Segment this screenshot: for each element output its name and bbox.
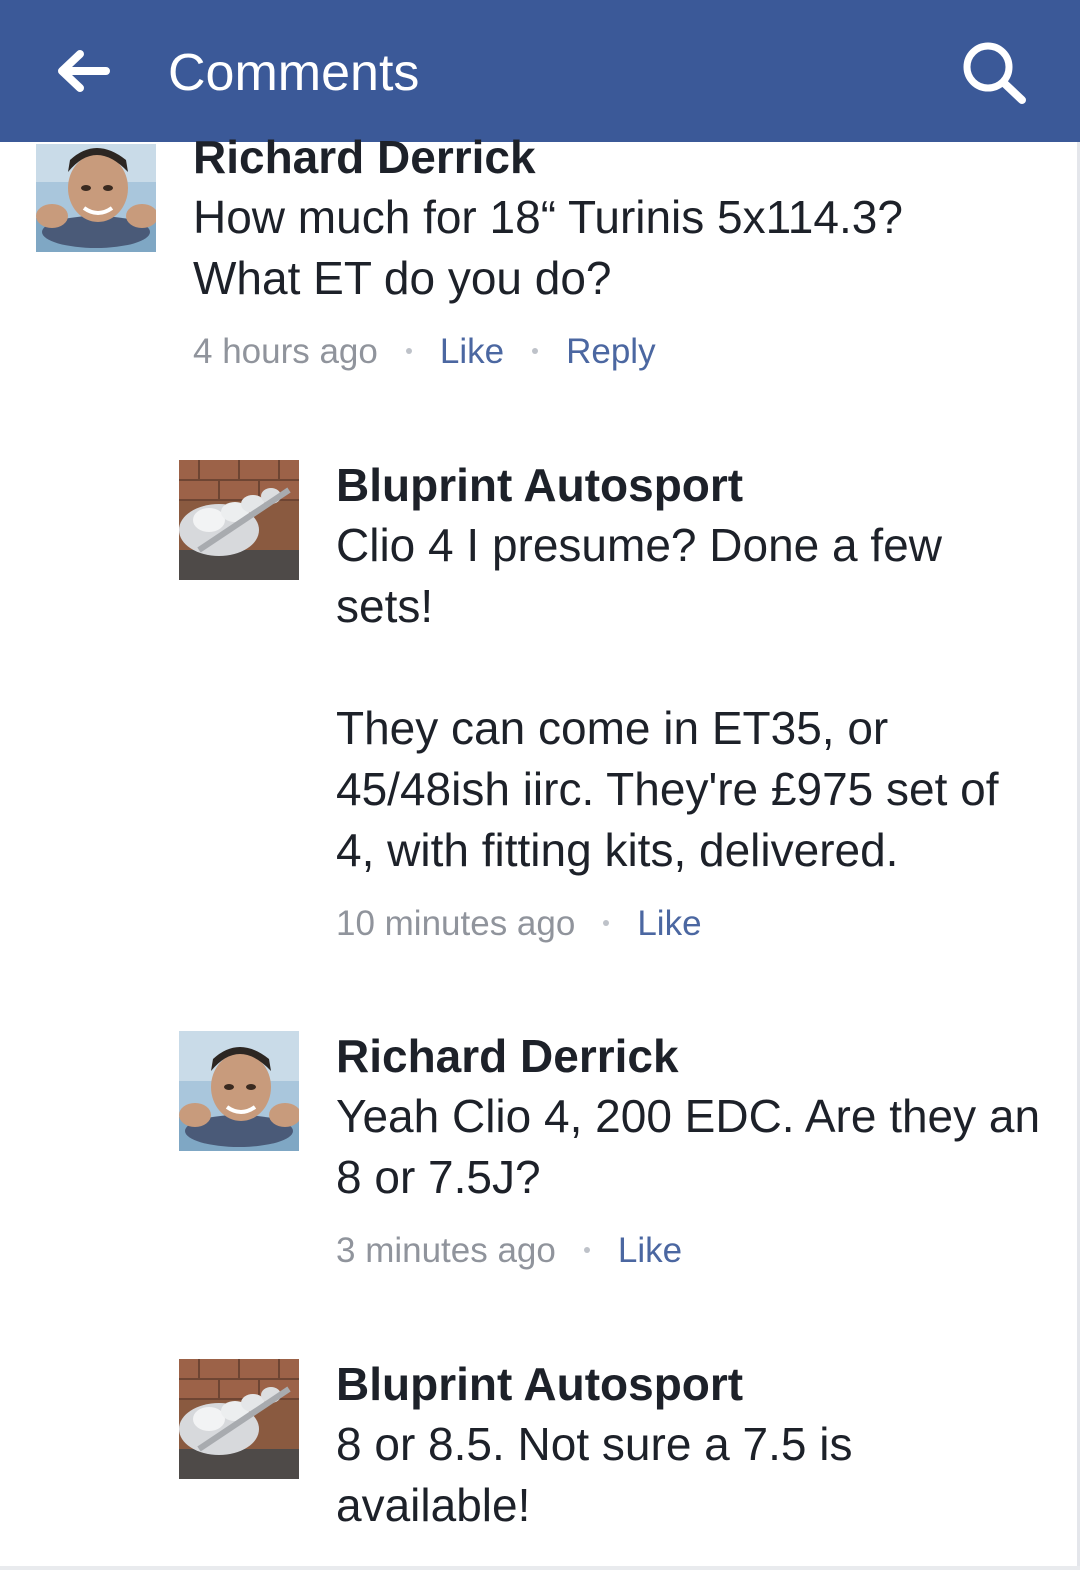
comment-timestamp: 10 minutes ago bbox=[336, 904, 576, 943]
back-button[interactable] bbox=[52, 46, 112, 96]
comment-author[interactable]: Richard Derrick bbox=[193, 127, 1063, 187]
like-link[interactable]: Like bbox=[618, 1231, 682, 1270]
comment-text: Clio 4 I presume? Done a few sets! They … bbox=[336, 519, 999, 876]
comment-timestamp: 4 hours ago bbox=[193, 332, 378, 371]
person-photo-icon bbox=[36, 144, 156, 252]
comment-author[interactable]: Bluprint Autosport bbox=[336, 1354, 1056, 1414]
comment-author[interactable]: Bluprint Autosport bbox=[336, 455, 1056, 515]
back-arrow-icon bbox=[58, 50, 110, 92]
search-button[interactable] bbox=[958, 38, 1030, 106]
app-header: Comments bbox=[0, 0, 1080, 142]
comment-timestamp: 3 minutes ago bbox=[336, 1231, 556, 1270]
comment-text: Yeah Clio 4, 200 EDC. Are they an 8 or 7… bbox=[336, 1090, 1041, 1203]
separator-dot bbox=[532, 347, 539, 354]
intake-photo-icon bbox=[179, 1359, 299, 1479]
comment-text: How much for 18“ Turinis 5x114.3? What E… bbox=[193, 191, 903, 304]
comment-author[interactable]: Richard Derrick bbox=[336, 1026, 1056, 1086]
like-link[interactable]: Like bbox=[440, 332, 504, 371]
comment-text: 8 or 8.5. Not sure a 7.5 is available! bbox=[336, 1418, 853, 1531]
avatar-bluprint-autosport[interactable] bbox=[179, 460, 299, 580]
separator-dot bbox=[583, 1246, 590, 1253]
person-photo-icon bbox=[179, 1031, 299, 1151]
avatar-richard-derrick[interactable] bbox=[36, 144, 156, 252]
bottom-divider bbox=[0, 1566, 1080, 1570]
separator-dot bbox=[405, 347, 412, 354]
avatar-bluprint-autosport[interactable] bbox=[179, 1359, 299, 1479]
separator-dot bbox=[603, 919, 610, 926]
reply-link[interactable]: Reply bbox=[566, 332, 655, 371]
comment-body: Richard Derrick How much for 18“ Turinis… bbox=[193, 131, 1063, 375]
comment-meta: 10 minutes ago Like bbox=[336, 901, 1056, 947]
intake-photo-icon bbox=[179, 460, 299, 580]
reply-body: Bluprint Autosport 8 or 8.5. Not sure a … bbox=[336, 1358, 1056, 1536]
page-title: Comments bbox=[168, 44, 420, 102]
reply-body: Bluprint Autosport Clio 4 I presume? Don… bbox=[336, 459, 1056, 947]
comment-meta: 4 hours ago Like Reply bbox=[193, 329, 1063, 375]
reply-body: Richard Derrick Yeah Clio 4, 200 EDC. Ar… bbox=[336, 1030, 1056, 1274]
avatar-richard-derrick[interactable] bbox=[179, 1031, 299, 1151]
search-icon bbox=[963, 42, 1026, 104]
like-link[interactable]: Like bbox=[637, 904, 701, 943]
comment-meta: 3 minutes ago Like bbox=[336, 1228, 1056, 1274]
